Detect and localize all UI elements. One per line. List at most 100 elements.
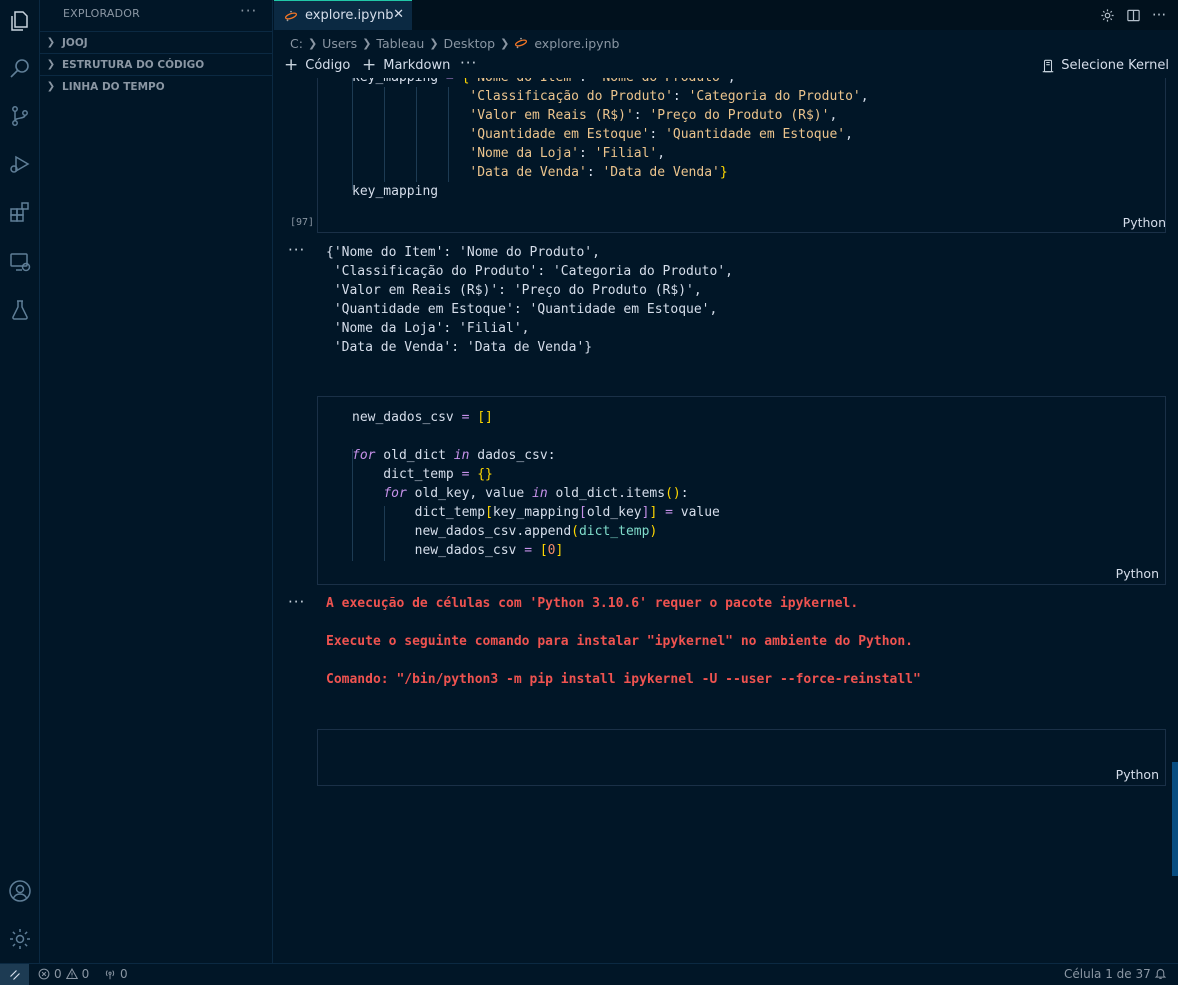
chevron-right-icon: ❯: [46, 81, 56, 92]
code-line: for old_key, value in old_dict.items():: [383, 486, 689, 501]
explorer-sidebar: EXPLORADOR ··· ❯ JOOJ ❯ ESTRUTURA DO CÓD…: [40, 0, 273, 963]
error-output-line: A execução de células com 'Python 3.10.6…: [326, 596, 859, 611]
error-icon: [38, 968, 50, 980]
cell-language[interactable]: Python: [1116, 767, 1159, 782]
code-line: new_dados_csv = []: [352, 410, 493, 425]
output-line: 'Classificação do Produto': 'Categoria d…: [326, 264, 733, 279]
code-cell[interactable]: key_mapping = {'Nome do Item': 'Nome do …: [317, 78, 1166, 233]
code-line: 'Valor em Reais (R$)': 'Preço do Produto…: [469, 108, 838, 123]
sidebar-section-jooj[interactable]: ❯ JOOJ: [40, 31, 273, 53]
output-more-button[interactable]: ···: [288, 593, 305, 611]
chevron-right-icon: ❯: [307, 36, 318, 50]
code-editor[interactable]: key_mapping = {'Nome do Item': 'Nome do …: [352, 78, 869, 201]
broadcast-icon: [105, 970, 115, 980]
error-output-line: Comando: "/bin/python3 -m pip install ip…: [326, 672, 921, 687]
notifications-bell-icon[interactable]: [1154, 967, 1167, 980]
code-line: dict_temp = {}: [352, 467, 493, 482]
output-more-button[interactable]: ···: [288, 241, 305, 259]
output-line: 'Data de Venda': 'Data de Venda'}: [326, 340, 593, 355]
add-markdown-label: Markdown: [383, 58, 451, 73]
code-line: new_dados_csv = [0]: [352, 543, 564, 558]
code-line: 'Nome da Loja': 'Filial',: [469, 146, 666, 161]
code-line: new_dados_csv.append(dict_temp): [352, 524, 658, 539]
section-label: ESTRUTURA DO CÓDIGO: [62, 58, 205, 71]
ports-indicator[interactable]: 0: [104, 967, 128, 981]
editor-tab-bar: explore.ipynb ✕ ···: [274, 0, 1178, 30]
extensions-icon[interactable]: [7, 199, 33, 225]
plus-icon: +: [362, 55, 377, 75]
source-control-icon[interactable]: [7, 103, 33, 129]
more-actions-icon[interactable]: ···: [1150, 6, 1168, 24]
sidebar-more-actions-button[interactable]: ···: [240, 2, 257, 20]
error-count: 0: [54, 967, 62, 981]
toolbar-more-button[interactable]: ···: [460, 54, 477, 72]
search-icon[interactable]: [7, 55, 33, 81]
breadcrumb-item[interactable]: Desktop: [444, 36, 496, 51]
sidebar-title: EXPLORADOR: [63, 7, 141, 20]
account-icon[interactable]: [7, 878, 33, 904]
remote-explorer-icon[interactable]: [7, 249, 33, 275]
output-line: 'Nome da Loja': 'Filial',: [326, 321, 530, 336]
empty-code-cell[interactable]: Python: [317, 729, 1166, 786]
chevron-right-icon: ❯: [46, 37, 56, 48]
code-line: 'Classificação do Produto': 'Categoria d…: [469, 89, 869, 104]
warning-icon: [65, 968, 78, 980]
output-line: 'Valor em Reais (R$)': 'Preço do Produto…: [326, 283, 702, 298]
execution-count: [97]: [290, 217, 315, 228]
problems-indicator[interactable]: 0 0: [38, 967, 89, 981]
code-line: 'Data de Venda': 'Data de Venda'}: [469, 165, 728, 180]
tab-label: explore.ipynb: [305, 8, 394, 23]
chevron-right-icon: ❯: [46, 59, 56, 70]
sidebar-section-outline[interactable]: ❯ ESTRUTURA DO CÓDIGO: [40, 53, 273, 75]
code-line: dict_temp[key_mapping[old_key]] = value: [352, 505, 720, 520]
chevron-right-icon: ❯: [429, 36, 439, 50]
breadcrumb: C: ❯ Users ❯ Tableau ❯ Desktop ❯ explore…: [290, 34, 619, 52]
code-line: key_mapping: [352, 184, 439, 199]
add-code-cell-button[interactable]: + Código: [284, 57, 350, 74]
code-line: key_mapping = {'Nome do Item': 'Nome do …: [352, 78, 736, 85]
remote-indicator[interactable]: [0, 964, 29, 985]
activity-bar: [0, 0, 40, 963]
cell-language[interactable]: Python: [1116, 566, 1159, 581]
error-output-line: Execute o seguinte comando para instalar…: [326, 634, 913, 649]
run-debug-icon[interactable]: [7, 151, 33, 177]
notebook-scrollbar[interactable]: [1172, 762, 1178, 876]
testing-icon[interactable]: [7, 297, 33, 323]
plus-icon: +: [284, 55, 299, 75]
kernel-label: Selecione Kernel: [1061, 58, 1169, 73]
cell-position[interactable]: Célula 1 de 37: [1064, 967, 1151, 981]
breadcrumb-file[interactable]: explore.ipynb: [514, 36, 619, 51]
close-icon[interactable]: ✕: [393, 7, 404, 22]
chevron-right-icon: ❯: [362, 36, 372, 50]
code-line: 'Quantidade em Estoque': 'Quantidade em …: [469, 127, 853, 142]
breadcrumb-item[interactable]: C:: [290, 36, 303, 51]
ports-count: 0: [120, 967, 128, 981]
chevron-right-icon: ❯: [500, 36, 510, 50]
manage-gear-icon[interactable]: [7, 926, 33, 952]
tab-explore-ipynb[interactable]: explore.ipynb ✕: [274, 0, 412, 30]
kernel-icon: [1042, 59, 1054, 72]
breadcrumb-item[interactable]: Users: [322, 36, 357, 51]
code-editor[interactable]: new_dados_csv = [] for old_dict in dados…: [352, 408, 720, 560]
cell-language[interactable]: Python: [1123, 215, 1166, 230]
code-line: for old_dict in dados_csv:: [352, 448, 556, 463]
status-bar: 0 0 0 Célula 1 de 37: [0, 963, 1178, 985]
cell-output: {'Nome do Item': 'Nome do Produto', 'Cla…: [326, 243, 733, 357]
notebook-editor: key_mapping = {'Nome do Item': 'Nome do …: [274, 78, 1178, 963]
split-editor-icon[interactable]: [1124, 6, 1142, 24]
warning-count: 0: [81, 967, 90, 981]
output-line: {'Nome do Item': 'Nome do Produto',: [326, 245, 600, 260]
explorer-icon[interactable]: [7, 8, 33, 34]
code-cell[interactable]: new_dados_csv = [] for old_dict in dados…: [317, 396, 1166, 585]
output-line: 'Quantidade em Estoque': 'Quantidade em …: [326, 302, 718, 317]
sidebar-section-timeline[interactable]: ❯ LINHA DO TEMPO: [40, 75, 273, 97]
section-label: JOOJ: [62, 36, 88, 49]
jupyter-icon: [284, 10, 298, 21]
add-code-label: Código: [305, 58, 351, 73]
select-kernel-button[interactable]: Selecione Kernel: [1041, 58, 1169, 73]
notebook-toolbar: + Código + Markdown ··· Selecione Kernel: [274, 54, 1178, 78]
add-markdown-cell-button[interactable]: + Markdown: [362, 57, 450, 74]
settings-gear-icon[interactable]: [1098, 6, 1116, 24]
breadcrumb-item[interactable]: Tableau: [376, 36, 424, 51]
section-label: LINHA DO TEMPO: [62, 80, 165, 93]
